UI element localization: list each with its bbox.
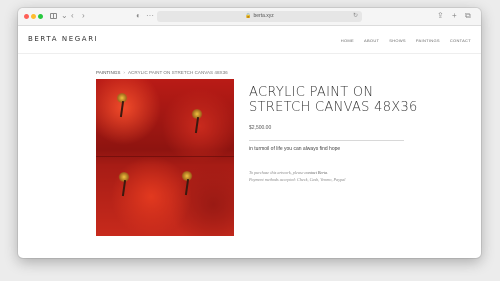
chevron-down-icon[interactable]: ⌄ (61, 11, 68, 21)
breadcrumb-current: ACRYLIC PAINT ON STRETCH CANVAS 48X36 (127, 70, 228, 75)
payment-methods: Payment methods accepted: Check, Cash, V… (249, 176, 346, 182)
site-logo[interactable]: BERTA NEGARI (28, 35, 98, 43)
tab-overview-icon[interactable]: ⧉ (465, 11, 471, 21)
site-header: BERTA NEGARI HOME ABOUT SHOWS PAINTINGS … (18, 25, 481, 54)
product-title: ACRYLIC PAINT ON STRETCH CANVAS 48X36 (249, 85, 429, 115)
divider (249, 140, 404, 141)
close-window-button[interactable] (24, 14, 29, 19)
url-text: berta.xyz (253, 13, 274, 19)
breadcrumb-separator: › (123, 70, 125, 75)
breadcrumb: PAINTINGS › ACRYLIC PAINT ON STRETCH CANVA… (96, 70, 228, 75)
reload-icon[interactable]: ↻ (353, 11, 358, 22)
nav-about[interactable]: ABOUT (364, 38, 379, 43)
nav-contact[interactable]: CONTACT (450, 38, 471, 43)
contact-berta-link[interactable]: contact Berta (305, 170, 328, 175)
product-price: $2,500.00 (249, 125, 272, 131)
main-nav: HOME ABOUT SHOWS PAINTINGS CONTACT (341, 38, 471, 43)
nav-shows[interactable]: SHOWS (389, 38, 406, 43)
purchase-text: To purchase this artwork, please (249, 170, 305, 175)
painting-image[interactable] (96, 79, 234, 236)
nav-home[interactable]: HOME (341, 38, 354, 43)
purchase-info: To purchase this artwork, please contact… (249, 170, 419, 183)
breadcrumb-paintings-link[interactable]: PAINTINGS (96, 70, 120, 75)
address-bar[interactable]: 🔒 berta.xyz ↻ (157, 11, 362, 22)
minimize-window-button[interactable] (31, 14, 36, 19)
back-icon[interactable]: ‹ (71, 11, 74, 21)
browser-window: ⌄ ‹ › ◐ ··· 🔒 berta.xyz ↻ ⇪ + ⧉ BERTA NEG… (18, 8, 481, 258)
product-title-line1: ACRYLIC PAINT ON (249, 85, 374, 100)
new-tab-icon[interactable]: + (452, 11, 457, 21)
forward-icon[interactable]: › (82, 11, 85, 21)
zoom-window-button[interactable] (38, 14, 43, 19)
purchase-text-end: . (327, 170, 329, 175)
lock-icon: 🔒 (245, 13, 252, 19)
browser-toolbar: ⌄ ‹ › ◐ ··· 🔒 berta.xyz ↻ ⇪ + ⧉ (18, 8, 481, 26)
sidebar-toggle-icon[interactable] (50, 13, 57, 19)
more-icon[interactable]: ··· (146, 11, 154, 21)
share-icon[interactable]: ⇪ (437, 11, 444, 21)
nav-paintings[interactable]: PAINTINGS (416, 38, 440, 43)
privacy-shield-icon[interactable]: ◐ (136, 11, 141, 21)
product-title-line2: STRETCH CANVAS 48X36 (249, 100, 418, 115)
canvas-seam (96, 155, 234, 157)
product-tagline: in turmoil of life you can always find h… (249, 146, 341, 152)
